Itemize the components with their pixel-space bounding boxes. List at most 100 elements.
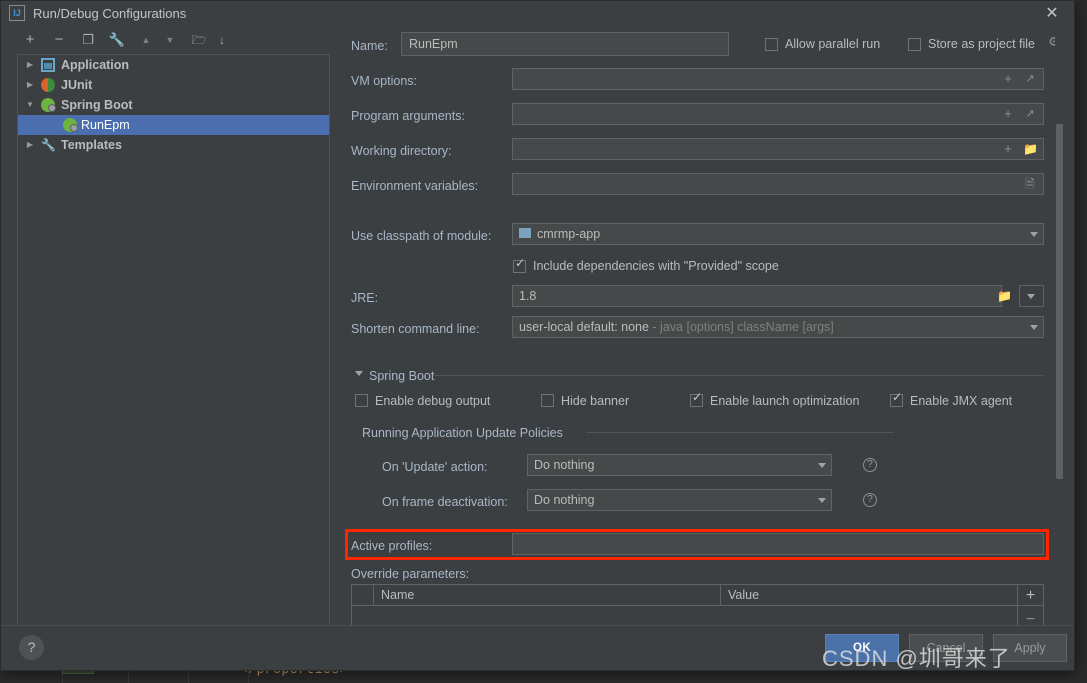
- include-provided-scope-label: Include dependencies with "Provided" sco…: [533, 259, 779, 273]
- tree-item-label: JUnit: [61, 78, 93, 92]
- move-up-button[interactable]: ▲: [135, 29, 157, 51]
- enable-debug-output-checkbox[interactable]: [355, 394, 368, 407]
- store-as-project-file-label: Store as project file: [928, 37, 1035, 51]
- program-arguments-label: Program arguments:: [351, 109, 465, 123]
- tree-item-label: RunEpm: [81, 118, 130, 132]
- remove-configuration-button[interactable]: −: [48, 29, 70, 51]
- enable-launch-optimization-checkbox[interactable]: [690, 391, 703, 407]
- use-classpath-of-module-label: Use classpath of module:: [351, 229, 492, 243]
- chevron-down-icon[interactable]: [1030, 325, 1038, 330]
- vm-options-input[interactable]: [512, 68, 1044, 90]
- form-scrollbar-track[interactable]: [1055, 29, 1064, 627]
- section-divider: [433, 375, 1044, 376]
- tree-item-runepm[interactable]: RunEpm: [18, 115, 329, 135]
- expand-icon[interactable]: ↗: [1023, 69, 1037, 89]
- jre-input[interactable]: 1.8: [512, 285, 1002, 307]
- spring-boot-icon: [63, 118, 78, 132]
- chevron-down-icon[interactable]: [818, 498, 826, 503]
- hide-banner-checkbox[interactable]: [541, 394, 554, 407]
- copy-configuration-button[interactable]: ❐: [77, 29, 99, 51]
- tree-item-application[interactable]: ▶ Application: [18, 55, 329, 75]
- chevron-right-icon[interactable]: ▶: [24, 135, 36, 155]
- form-scrollbar-thumb[interactable]: [1056, 124, 1063, 479]
- help-icon[interactable]: ?: [863, 458, 877, 472]
- folder-icon[interactable]: 📁: [1023, 139, 1038, 159]
- help-icon[interactable]: ?: [863, 493, 877, 507]
- configuration-editor-pane: Name: RunEpm Allow parallel run Store as…: [341, 29, 1064, 628]
- add-configuration-button[interactable]: +: [19, 29, 41, 51]
- enable-jmx-agent-checkbox[interactable]: [890, 391, 903, 407]
- allow-parallel-run-label: Allow parallel run: [785, 37, 881, 51]
- active-profiles-label: Active profiles:: [351, 539, 433, 553]
- chevron-down-icon[interactable]: [1030, 232, 1038, 237]
- csdn-watermark: CSDN @圳哥来了: [822, 646, 1011, 671]
- on-update-action-label: On 'Update' action:: [382, 460, 488, 474]
- update-policies-title: Running Application Update Policies: [362, 426, 563, 440]
- allow-parallel-run-checkbox[interactable]: [765, 38, 778, 51]
- dialog-titlebar: IJ Run/Debug Configurations ✕: [1, 1, 1074, 27]
- program-arguments-input[interactable]: [512, 103, 1044, 125]
- new-folder-button[interactable]: 🗁: [188, 29, 210, 51]
- shorten-command-line-select[interactable]: user-local default: none - java [options…: [512, 316, 1044, 338]
- section-divider: [586, 432, 894, 433]
- shorten-command-line-value: user-local default: none: [519, 320, 649, 334]
- column-header-name[interactable]: Name: [374, 585, 720, 605]
- run-debug-configurations-dialog: IJ Run/Debug Configurations ✕ + − ❐ 🔧 ▲ …: [0, 0, 1075, 671]
- expand-icon[interactable]: ↗: [1023, 104, 1037, 124]
- chevron-right-icon[interactable]: ▶: [24, 75, 36, 95]
- hide-banner-label: Hide banner: [561, 394, 630, 408]
- shorten-command-line-label: Shorten command line:: [351, 322, 480, 336]
- name-input[interactable]: RunEpm: [401, 32, 729, 56]
- vm-options-label: VM options:: [351, 74, 418, 88]
- dialog-title: Run/Debug Configurations: [33, 6, 187, 21]
- macro-plus-icon[interactable]: +: [1001, 69, 1015, 89]
- wrench-icon: 🔧: [41, 138, 56, 152]
- configurations-tree[interactable]: ▶ Application ▶ JUnit ▼ Spring Boot RunE…: [17, 54, 330, 627]
- shorten-command-line-hint: - java [options] className [args]: [648, 320, 834, 334]
- override-parameters-label: Override parameters:: [351, 567, 470, 581]
- tree-item-label: Application: [61, 58, 130, 72]
- edit-templates-button[interactable]: 🔧: [106, 29, 128, 51]
- close-icon[interactable]: ✕: [1030, 1, 1074, 27]
- jre-label: JRE:: [351, 291, 379, 305]
- junit-icon: [41, 78, 55, 92]
- tree-item-label: Spring Boot: [61, 98, 133, 112]
- spring-boot-icon: [41, 98, 56, 112]
- chevron-down-icon[interactable]: [818, 463, 826, 468]
- on-update-action-select[interactable]: Do nothing: [527, 454, 832, 476]
- move-down-button[interactable]: ▼: [159, 29, 181, 51]
- macro-plus-icon[interactable]: +: [1001, 139, 1015, 159]
- environment-variables-label: Environment variables:: [351, 179, 479, 193]
- chevron-down-icon[interactable]: [1027, 294, 1035, 299]
- spring-boot-section-title: Spring Boot: [369, 369, 435, 383]
- table-header-row: Name Value: [352, 585, 1043, 606]
- working-directory-input[interactable]: [512, 138, 1044, 160]
- environment-variables-input[interactable]: [512, 173, 1044, 195]
- environment-variables-browse-icon[interactable]: 🗎: [1023, 174, 1037, 194]
- sort-configurations-button[interactable]: ↓: [211, 29, 233, 51]
- tree-item-junit[interactable]: ▶ JUnit: [18, 75, 329, 95]
- tree-item-label: Templates: [61, 138, 122, 152]
- active-profiles-input[interactable]: [512, 533, 1044, 555]
- application-icon: [41, 58, 55, 72]
- chevron-right-icon[interactable]: ▶: [24, 55, 36, 75]
- intellij-idea-icon: IJ: [9, 5, 25, 21]
- on-frame-deactivation-select[interactable]: Do nothing: [527, 489, 832, 511]
- macro-plus-icon[interactable]: +: [1001, 104, 1015, 124]
- add-parameter-button[interactable]: +: [1018, 587, 1043, 605]
- enable-jmx-agent-label: Enable JMX agent: [910, 394, 1013, 408]
- tree-item-templates[interactable]: ▶ 🔧 Templates: [18, 135, 329, 155]
- spring-boot-section-toggle[interactable]: [355, 370, 364, 379]
- on-frame-deactivation-label: On frame deactivation:: [382, 495, 508, 509]
- name-label: Name:: [351, 39, 388, 53]
- help-button[interactable]: ?: [19, 635, 44, 660]
- use-classpath-of-module-select[interactable]: cmrmp-app: [512, 223, 1044, 245]
- table-side-buttons: + −: [1017, 585, 1043, 628]
- column-header-value[interactable]: Value: [721, 585, 1018, 605]
- tree-item-spring-boot[interactable]: ▼ Spring Boot: [18, 95, 329, 115]
- include-provided-scope-checkbox[interactable]: [513, 257, 526, 273]
- override-parameters-table[interactable]: Name Value + −: [351, 584, 1044, 628]
- store-as-project-file-checkbox[interactable]: [908, 38, 921, 51]
- folder-icon[interactable]: 📁: [997, 286, 1012, 306]
- chevron-down-icon[interactable]: ▼: [24, 95, 36, 115]
